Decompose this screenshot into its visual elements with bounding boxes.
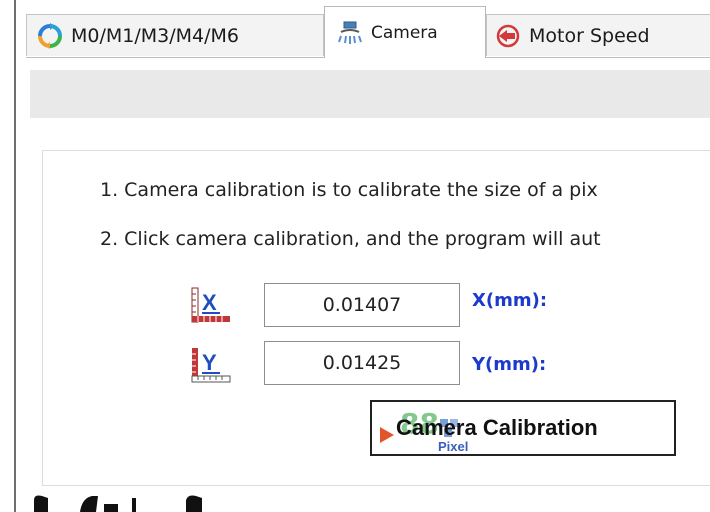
x-scale-field[interactable]: 0.01407 [264,283,460,327]
toolbar-band [30,70,710,118]
y-unit-label: Y(mm): [472,354,547,375]
instruction-line: 1. Camera calibration is to calibrate th… [100,179,598,201]
x-ruler-icon: X [191,287,230,323]
instruction-line: 2. Click camera calibration, and the pro… [100,228,601,250]
svg-text:X: X [202,290,217,315]
pixel-icon-text: Pixel [438,439,468,454]
cut-off-heading-fragment [34,495,202,512]
y-ruler-icon: Y [191,348,231,383]
window-left-border [14,0,16,512]
camera-calibration-button-label: Camera Calibration [396,415,598,440]
camera-icon [338,21,362,44]
y-scale-field[interactable]: 0.01425 [264,341,460,385]
x-unit-label: X(mm): [472,290,548,311]
tab-label: Motor Speed [529,24,650,47]
motor-speed-icon [496,24,520,47]
tab-motor-speed[interactable]: Motor Speed [486,14,710,56]
tab-label: M0/M1/M3/M4/M6 [71,24,240,47]
tab-camera[interactable]: Camera [324,6,486,58]
tab-strip: M0/M1/M3/M4/M6 Camera Motor Speed [26,0,710,58]
tab-m-commands[interactable]: M0/M1/M3/M4/M6 [26,14,324,56]
camera-calibration-button[interactable]: 88 Pixel Camera Calibration [370,400,676,456]
refresh-icon [38,22,62,49]
tab-label: Camera [371,22,438,43]
svg-text:Y: Y [202,350,217,375]
